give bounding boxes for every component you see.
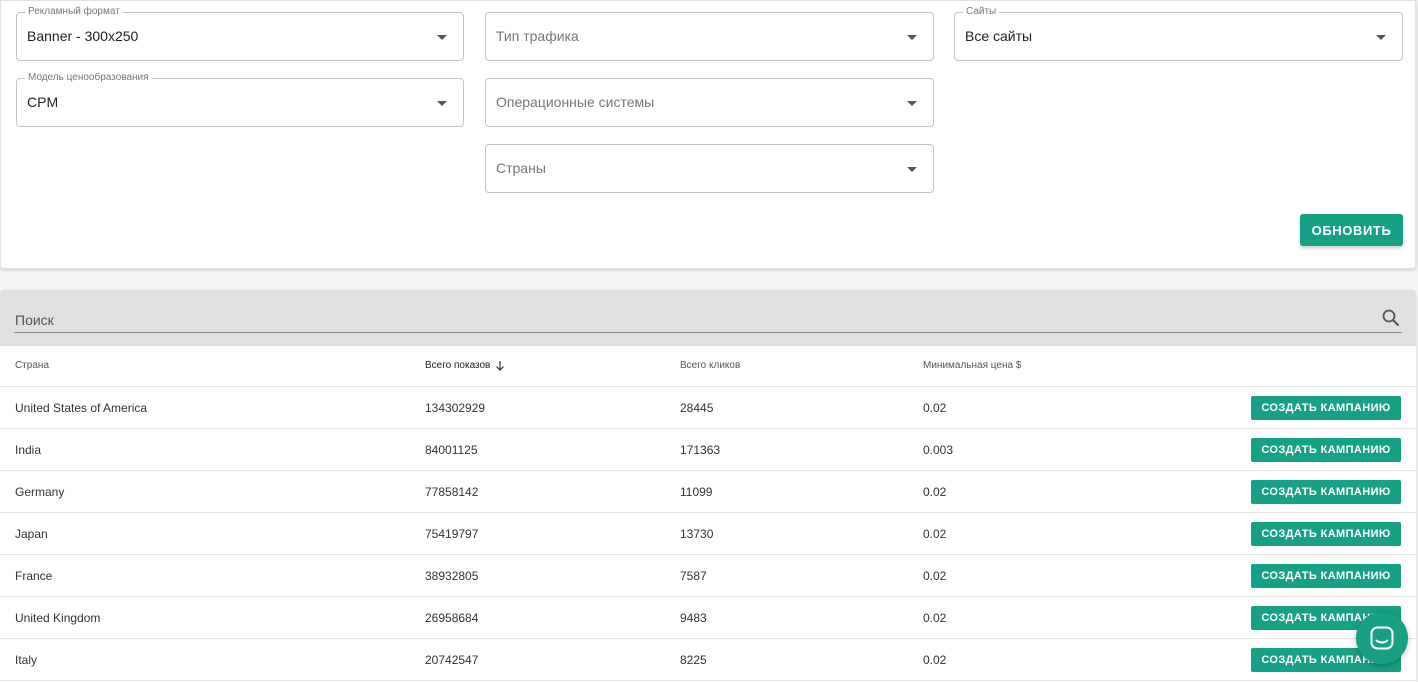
cell-clicks: 11099 (680, 485, 713, 499)
cell-impressions: 75419797 (425, 527, 479, 541)
cell-impressions: 38932805 (425, 569, 479, 583)
ad-format-select[interactable]: Рекламный формат Banner - 300x250 (16, 6, 464, 61)
cell-impressions: 20742547 (425, 653, 479, 667)
cell-clicks: 28445 (680, 401, 714, 415)
table-row: Japan 75419797 13730 0.02 СОЗДАТЬ КАМПАН… (0, 513, 1416, 555)
column-header-clicks[interactable]: Всего кликов (680, 360, 740, 371)
cell-clicks: 171363 (680, 443, 721, 457)
chat-widget-button[interactable] (1356, 612, 1408, 664)
create-campaign-button[interactable]: СОЗДАТЬ КАМПАНИЮ (1251, 564, 1401, 588)
filter-panel: Рекламный формат Banner - 300x250 Тип тр… (0, 0, 1416, 269)
results-table: Страна Всего показов Всего кликов Минима… (0, 290, 1416, 682)
pricing-model-value: CPM (27, 94, 59, 110)
operating-systems-select[interactable]: Операционные системы (485, 78, 934, 127)
search-icon[interactable] (1381, 308, 1401, 328)
column-header-impressions-label: Всего показов (425, 360, 491, 372)
cell-min-price: 0.02 (923, 611, 947, 625)
cell-min-price: 0.02 (923, 653, 947, 667)
column-header-impressions[interactable]: Всего показов (425, 360, 505, 371)
cell-country: Japan (15, 527, 48, 541)
cell-country: Italy (15, 653, 38, 667)
sites-label: Сайты (963, 6, 1000, 18)
operating-systems-placeholder: Операционные системы (496, 94, 655, 110)
cell-min-price: 0.02 (923, 569, 947, 583)
create-campaign-button[interactable]: СОЗДАТЬ КАМПАНИЮ (1251, 396, 1401, 420)
table-row: Italy 20742547 8225 0.02 СОЗДАТЬ КАМПАНИ… (0, 639, 1416, 681)
pricing-model-select[interactable]: Модель ценообразования CPM (16, 72, 464, 127)
table-row: United Kingdom 26958684 9483 0.02 СОЗДАТ… (0, 597, 1416, 639)
cell-clicks: 7587 (680, 569, 707, 583)
chevron-down-icon (907, 35, 917, 40)
traffic-type-placeholder: Тип трафика (496, 28, 579, 44)
cell-impressions: 77858142 (425, 485, 479, 499)
create-campaign-button[interactable]: СОЗДАТЬ КАМПАНИЮ (1251, 522, 1401, 546)
search-bar (0, 290, 1416, 346)
cell-clicks: 8225 (680, 653, 707, 667)
sites-value: Все сайты (965, 28, 1033, 44)
cell-country: United Kingdom (15, 611, 101, 625)
table-header: Страна Всего показов Всего кликов Минима… (0, 346, 1416, 387)
ad-format-value: Banner - 300x250 (27, 28, 139, 44)
column-header-min-price[interactable]: Минимальная цена $ (923, 360, 1021, 371)
cell-impressions: 26958684 (425, 611, 479, 625)
countries-placeholder: Страны (496, 160, 546, 176)
create-campaign-button[interactable]: СОЗДАТЬ КАМПАНИЮ (1251, 480, 1401, 504)
search-input[interactable] (14, 306, 1402, 333)
table-row: Germany 77858142 11099 0.02 СОЗДАТЬ КАМП… (0, 471, 1416, 513)
cell-min-price: 0.02 (923, 401, 947, 415)
chat-icon (1370, 626, 1394, 650)
chevron-down-icon (907, 167, 917, 172)
cell-country: United States of America (15, 401, 148, 415)
table-row: India 84001125 171363 0.003 СОЗДАТЬ КАМП… (0, 429, 1416, 471)
refresh-button[interactable]: ОБНОВИТЬ (1300, 214, 1403, 246)
traffic-type-select[interactable]: Тип трафика (485, 12, 934, 61)
chevron-down-icon (1376, 35, 1386, 40)
chevron-down-icon (437, 35, 447, 40)
chevron-down-icon (437, 101, 447, 106)
pricing-model-label: Модель ценообразования (25, 72, 152, 84)
cell-min-price: 0.02 (923, 527, 947, 541)
sites-select[interactable]: Сайты Все сайты (954, 6, 1403, 61)
cell-min-price: 0.003 (923, 443, 954, 457)
cell-impressions: 84001125 (425, 443, 478, 457)
column-header-country[interactable]: Страна (15, 360, 49, 371)
cell-min-price: 0.02 (923, 485, 947, 499)
countries-select[interactable]: Страны (485, 144, 934, 193)
ad-format-label: Рекламный формат (25, 6, 123, 18)
cell-clicks: 13730 (680, 527, 714, 541)
table-row: France 38932805 7587 0.02 СОЗДАТЬ КАМПАН… (0, 555, 1416, 597)
cell-country: France (15, 569, 53, 583)
cell-impressions: 134302929 (425, 401, 486, 415)
cell-country: India (15, 443, 42, 457)
cell-clicks: 9483 (680, 611, 707, 625)
arrow-down-icon (496, 361, 505, 371)
chevron-down-icon (907, 101, 917, 106)
table-row: United States of America 134302929 28445… (0, 387, 1416, 429)
create-campaign-button[interactable]: СОЗДАТЬ КАМПАНИЮ (1251, 438, 1401, 462)
cell-country: Germany (15, 485, 65, 499)
